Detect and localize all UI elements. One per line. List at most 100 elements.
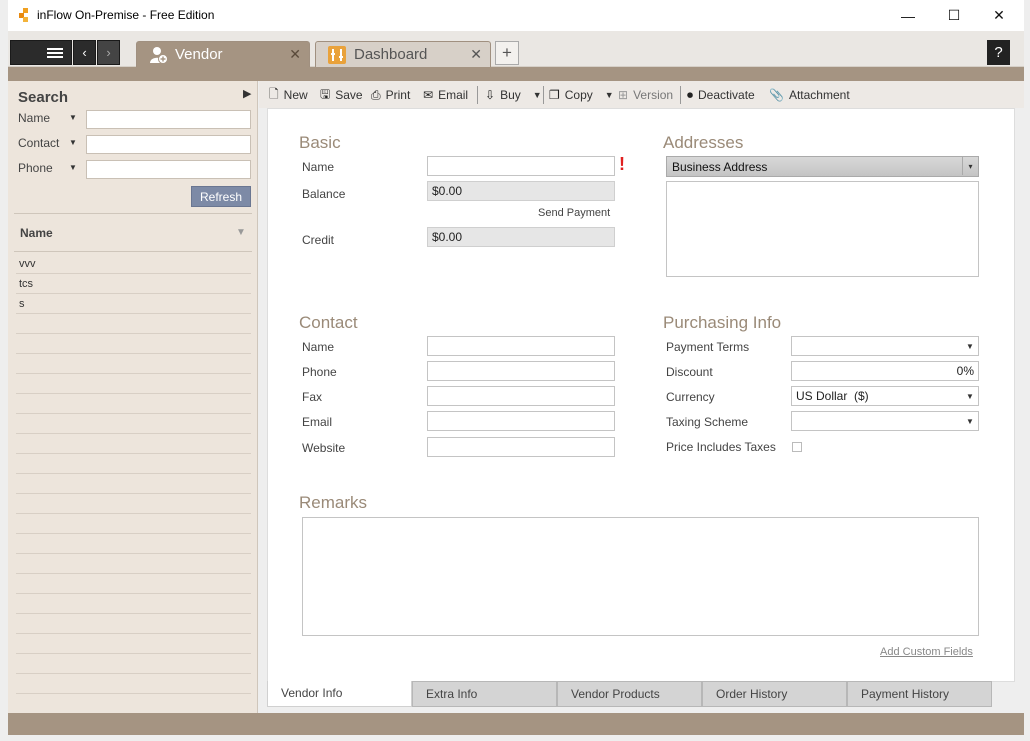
required-icon: ! [619,154,625,174]
tab-dashboard[interactable]: Dashboard ✕ [315,41,491,67]
taxing-scheme-select[interactable]: ▼ [791,411,979,431]
collapse-panel-icon[interactable]: ▶ [243,87,251,100]
balance-label: Balance [302,187,346,201]
empty-row [16,394,251,414]
vendor-name-input[interactable] [427,156,615,176]
copy-icon: ❐ [549,88,560,102]
vendor-form: Basic Name ! Balance $0.00 Send Payment … [267,108,1015,682]
print-label: Print [385,88,411,102]
currency-select[interactable]: US Dollar ($) ▼ [791,386,979,406]
empty-row [16,334,251,354]
search-contact-dropdown-icon[interactable]: ▼ [69,138,77,147]
search-contact-input[interactable] [86,135,251,154]
version-icon: ⊞ [618,88,629,102]
payment-terms-select[interactable]: ▼ [791,336,979,356]
result-row[interactable]: s [16,294,251,314]
close-dashboard-tab-icon[interactable]: ✕ [470,46,482,63]
chevron-down-icon: ▼ [966,391,974,401]
result-row[interactable]: tcs [16,274,251,294]
tab-strip: ‹ › Vendor ✕ Dashboard ✕ + ? [8,31,1024,67]
attachment-button[interactable]: 📎 Attachment [769,86,850,104]
contact-website-label: Website [302,441,346,455]
close-window-button[interactable]: ✕ [976,0,1022,31]
empty-row [16,674,251,694]
empty-row [16,574,251,594]
tab-vendor-info[interactable]: Vendor Info [267,681,412,707]
sort-arrow-icon[interactable]: ▼ [236,227,246,238]
tab-vendor-products[interactable]: Vendor Products [557,681,702,707]
buy-button[interactable]: ⇩ Buy ▼ [485,86,542,104]
add-tab-button[interactable]: + [495,41,519,65]
currency-label: Currency [666,390,715,404]
chevron-down-icon: ▼ [966,341,974,351]
result-row[interactable]: vvv [16,254,251,274]
contact-fax-input[interactable] [427,386,615,406]
toolbar-separator [543,86,544,104]
print-button[interactable]: ⎙ Print [371,86,410,104]
tab-order-history[interactable]: Order History [702,681,847,707]
contact-website-input[interactable] [427,437,615,457]
addresses-section-title: Addresses [663,133,744,152]
copy-dropdown-icon[interactable]: ▼ [605,90,614,100]
copy-button[interactable]: ❐ Copy ▼ [549,86,614,104]
contact-name-label: Name [302,340,335,354]
add-custom-fields-link[interactable]: Add Custom Fields [880,646,973,658]
search-phone-input[interactable] [86,160,251,179]
search-name-input[interactable] [86,110,251,129]
address-textarea[interactable] [666,181,979,277]
back-button[interactable]: ‹ [73,40,96,65]
vendor-icon [147,45,169,65]
empty-row [16,594,251,614]
empty-row [16,414,251,434]
maximize-button[interactable]: ☐ [931,0,977,31]
search-phone-dropdown-icon[interactable]: ▼ [69,163,77,172]
balance-value: $0.00 [427,181,615,201]
chevron-down-icon: ▾ [962,157,978,175]
tab-payment-history[interactable]: Payment History [847,681,992,707]
price-includes-taxes-checkbox[interactable] [792,442,802,452]
hamburger-menu-icon [47,47,63,58]
contact-name-input[interactable] [427,336,615,356]
purchasing-section-title: Purchasing Info [663,313,782,332]
help-button[interactable]: ? [987,40,1010,65]
close-vendor-tab-icon[interactable]: ✕ [289,46,301,63]
save-button[interactable]: 🖫 Save [320,86,363,104]
tab-vendor[interactable]: Vendor ✕ [136,41,310,67]
forward-button[interactable]: › [97,40,120,65]
address-type-select[interactable]: Business Address ▾ [666,156,979,177]
refresh-button[interactable]: Refresh [191,186,251,207]
empty-row [16,634,251,654]
search-contact-label: Contact [18,136,60,150]
basic-section-title: Basic [299,133,341,152]
contact-email-input[interactable] [427,411,615,431]
save-icon: 🖫 [320,86,331,101]
chevron-down-icon: ▼ [966,416,974,426]
save-label: Save [335,88,363,102]
version-button[interactable]: ⊞ Version [618,86,673,104]
email-button[interactable]: ✉ Email [423,86,468,104]
tab-extra-info[interactable]: Extra Info [412,681,557,707]
taxing-scheme-label: Taxing Scheme [666,415,749,429]
header-divider-bar [8,67,1024,81]
discount-input[interactable]: 0% [791,361,979,381]
results-column-header[interactable]: Name [20,226,53,240]
deactivate-label: Deactivate [698,88,755,102]
search-name-dropdown-icon[interactable]: ▼ [69,113,77,122]
currency-value: US Dollar ($) [796,389,869,403]
contact-phone-input[interactable] [427,361,615,381]
remarks-textarea[interactable] [302,517,979,636]
version-label: Version [633,88,674,102]
copy-label: Copy [564,88,593,102]
title-bar: inFlow On-Premise - Free Edition — ☐ ✕ [8,0,1024,31]
minimize-button[interactable]: — [885,0,931,31]
status-bar [8,713,1024,735]
empty-row [16,614,251,634]
main-menu-button[interactable] [10,40,72,65]
empty-row [16,494,251,514]
buy-dropdown-icon[interactable]: ▼ [533,90,542,100]
empty-row [16,374,251,394]
new-button[interactable]: 🗋 New [269,86,308,104]
send-payment-link[interactable]: Send Payment [538,207,610,219]
empty-row [16,514,251,534]
deactivate-button[interactable]: ⏺ Deactivate [687,86,755,104]
